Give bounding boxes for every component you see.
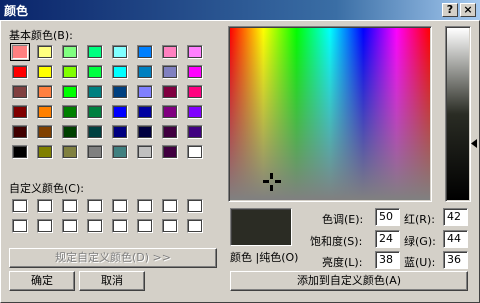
custom-color-swatch[interactable] <box>62 219 78 233</box>
basic-color-swatch[interactable] <box>12 105 28 119</box>
custom-color-swatch[interactable] <box>87 199 103 213</box>
ok-button[interactable]: 确定 <box>9 271 75 291</box>
basic-color-swatch[interactable] <box>137 125 153 139</box>
crosshair-icon <box>263 173 281 191</box>
basic-color-swatch[interactable] <box>112 45 128 59</box>
title-bar[interactable] <box>0 0 480 20</box>
basic-color-swatch[interactable] <box>187 45 203 59</box>
custom-color-swatch[interactable] <box>37 219 53 233</box>
basic-color-swatch[interactable] <box>162 105 178 119</box>
color-preview <box>230 208 292 246</box>
basic-color-swatch[interactable] <box>87 85 103 99</box>
basic-color-swatch[interactable] <box>137 85 153 99</box>
basic-color-swatch[interactable] <box>10 43 30 61</box>
saturation-label: 饱和度(S): <box>310 235 363 248</box>
custom-color-swatch[interactable] <box>137 199 153 213</box>
hue-label: 色调(E): <box>322 213 364 226</box>
basic-color-swatch[interactable] <box>187 125 203 139</box>
color-spectrum[interactable] <box>230 28 430 200</box>
basic-colors-label: 基本颜色(B): <box>9 29 73 42</box>
define-custom-colors-button[interactable]: 规定自定义颜色(D) >> <box>9 248 217 268</box>
basic-color-swatch[interactable] <box>87 65 103 79</box>
basic-color-swatch[interactable] <box>137 45 153 59</box>
basic-color-swatch[interactable] <box>87 105 103 119</box>
cancel-button[interactable]: 取消 <box>79 271 145 291</box>
green-label: 绿(G): <box>404 235 436 248</box>
custom-color-swatch[interactable] <box>187 199 203 213</box>
add-custom-color-button[interactable]: 添加到自定义颜色(A) <box>230 271 468 291</box>
basic-color-swatch[interactable] <box>87 145 103 159</box>
custom-color-swatch[interactable] <box>87 219 103 233</box>
hue-field[interactable]: 50 <box>375 208 400 226</box>
color-solid-label[interactable]: 颜色 |纯色(O) <box>230 249 298 265</box>
basic-color-swatch[interactable] <box>112 145 128 159</box>
basic-color-swatch[interactable] <box>137 65 153 79</box>
basic-color-swatch[interactable] <box>37 85 53 99</box>
luminance-label: 亮度(L): <box>322 256 363 269</box>
basic-color-swatch[interactable] <box>12 145 28 159</box>
basic-color-swatch[interactable] <box>12 85 28 99</box>
basic-color-swatch[interactable] <box>37 125 53 139</box>
custom-colors-label: 自定义颜色(C): <box>9 182 84 195</box>
basic-color-swatch[interactable] <box>187 65 203 79</box>
basic-color-swatch[interactable] <box>62 65 78 79</box>
basic-color-swatch[interactable] <box>162 65 178 79</box>
custom-color-swatch[interactable] <box>137 219 153 233</box>
blue-label: 蓝(U): <box>404 256 436 269</box>
help-button[interactable]: ? <box>442 3 458 17</box>
custom-color-swatch[interactable] <box>187 219 203 233</box>
luminance-slider[interactable] <box>447 28 469 200</box>
custom-color-swatch[interactable] <box>37 199 53 213</box>
basic-color-swatch[interactable] <box>87 125 103 139</box>
basic-color-swatch[interactable] <box>137 145 153 159</box>
basic-color-swatch[interactable] <box>162 125 178 139</box>
basic-color-swatch[interactable] <box>187 85 203 99</box>
basic-color-swatch[interactable] <box>62 145 78 159</box>
custom-color-swatch[interactable] <box>112 219 128 233</box>
basic-color-swatch[interactable] <box>62 85 78 99</box>
basic-color-swatch[interactable] <box>112 85 128 99</box>
basic-color-swatch[interactable] <box>112 65 128 79</box>
window-title: 颜色 <box>4 4 29 18</box>
basic-color-swatch[interactable] <box>162 85 178 99</box>
slider-arrow-icon[interactable] <box>471 139 479 149</box>
blue-field[interactable]: 36 <box>443 251 468 269</box>
custom-color-swatch[interactable] <box>12 199 28 213</box>
custom-color-swatch[interactable] <box>162 219 178 233</box>
basic-color-swatch[interactable] <box>87 45 103 59</box>
basic-color-swatch[interactable] <box>37 145 53 159</box>
basic-color-swatch[interactable] <box>12 125 28 139</box>
custom-color-swatch[interactable] <box>12 219 28 233</box>
saturation-field[interactable]: 24 <box>375 230 400 248</box>
basic-color-swatch[interactable] <box>37 105 53 119</box>
basic-color-swatch[interactable] <box>37 45 53 59</box>
custom-color-swatch[interactable] <box>112 199 128 213</box>
basic-color-swatch[interactable] <box>162 45 178 59</box>
basic-color-swatch[interactable] <box>12 65 28 79</box>
red-field[interactable]: 42 <box>443 208 468 226</box>
custom-color-swatch[interactable] <box>162 199 178 213</box>
luminance-field[interactable]: 38 <box>375 251 400 269</box>
basic-color-swatch[interactable] <box>162 145 178 159</box>
basic-color-swatch[interactable] <box>62 45 78 59</box>
basic-color-swatch[interactable] <box>187 105 203 119</box>
basic-color-swatch[interactable] <box>137 105 153 119</box>
basic-color-swatch[interactable] <box>112 125 128 139</box>
close-button[interactable]: × <box>460 3 476 17</box>
basic-color-swatch[interactable] <box>112 105 128 119</box>
red-label: 红(R): <box>404 213 435 226</box>
green-field[interactable]: 44 <box>443 230 468 248</box>
basic-color-swatch[interactable] <box>37 65 53 79</box>
basic-color-swatch[interactable] <box>62 125 78 139</box>
basic-color-swatch[interactable] <box>187 145 203 159</box>
custom-color-swatch[interactable] <box>62 199 78 213</box>
basic-color-swatch[interactable] <box>62 105 78 119</box>
